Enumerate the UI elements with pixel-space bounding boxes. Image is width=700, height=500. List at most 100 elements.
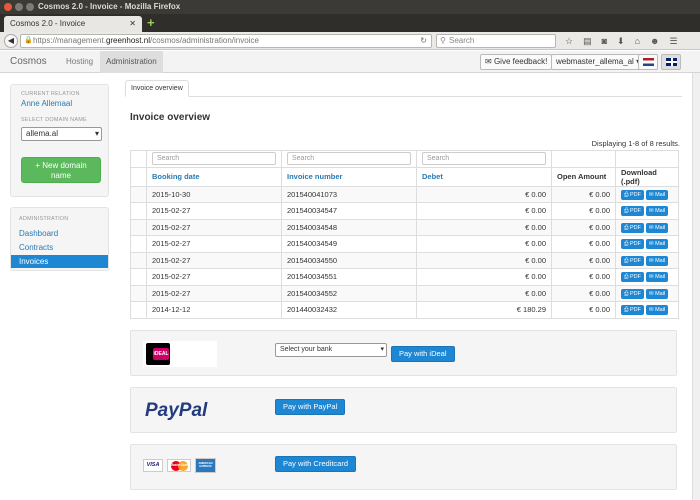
- pdf-button[interactable]: ⎙ PDF: [621, 189, 644, 200]
- new-domain-button[interactable]: + New domain name: [21, 157, 101, 183]
- pdf-button[interactable]: ⎙ PDF: [621, 305, 644, 316]
- open-amount-cell: € 0.00: [551, 202, 616, 220]
- printer-icon: ⎙: [624, 290, 629, 297]
- invoice-number-cell: 201540034548: [281, 218, 417, 236]
- back-arrow-icon[interactable]: ◀: [4, 34, 18, 48]
- browser-navbar: ◀ 🔒 https://management.greenhost.nl/cosm…: [0, 32, 700, 50]
- pay-paypal-button[interactable]: Pay with PayPal: [275, 399, 346, 415]
- reload-icon[interactable]: ↻: [420, 35, 427, 47]
- browser-tab-title: Cosmos 2.0 - Invoice: [10, 19, 86, 28]
- pdf-button[interactable]: ⎙ PDF: [621, 255, 644, 266]
- download-cell: ⎙ PDF ✉ Mail: [615, 235, 679, 253]
- mail-button[interactable]: ✉ Mail: [645, 272, 669, 283]
- open-amount-cell: € 0.00: [551, 218, 616, 236]
- mail-button[interactable]: ✉ Mail: [645, 255, 669, 266]
- mail-button[interactable]: ✉ Mail: [645, 189, 669, 200]
- debet-filter[interactable]: Search: [422, 152, 546, 166]
- pdf-button[interactable]: ⎙ PDF: [621, 222, 644, 233]
- debet-cell: € 0.00: [416, 268, 552, 286]
- header-row: Booking date Invoice number Debet Open A…: [130, 166, 679, 187]
- chevron-down-icon: ▾: [380, 346, 384, 353]
- chat-icon[interactable]: ☻: [650, 34, 659, 48]
- mail-button[interactable]: ✉ Mail: [645, 239, 669, 250]
- table-row: 2015-02-27 201540034547 € 0.00 € 0.00 ⎙ PDF ✉…: [130, 202, 679, 220]
- sidebar-item-invoices[interactable]: Invoices: [11, 255, 108, 268]
- url-prefix: https://management.: [33, 36, 106, 45]
- envelope-icon: ✉: [648, 307, 654, 314]
- booking-date-filter[interactable]: Search: [152, 152, 276, 166]
- sidebar-admin-panel: ADMINISTRATION Dashboard Contracts Invoi…: [10, 207, 109, 271]
- invoice-number-filter[interactable]: Search: [287, 152, 411, 166]
- column-header-invoice-number[interactable]: Invoice number: [281, 166, 417, 187]
- sidebar-item-dashboard[interactable]: Dashboard: [11, 227, 108, 240]
- table-row: 2015-02-27 201540034549 € 0.00 € 0.00 ⎙ PDF ✉…: [130, 235, 679, 253]
- table-row: 2015-02-27 201540034552 € 0.00 € 0.00 ⎙ PDF ✉…: [130, 284, 679, 302]
- new-domain-label-2: name: [50, 171, 71, 180]
- mail-button[interactable]: ✉ Mail: [645, 305, 669, 316]
- pdf-button-label: PDF: [629, 257, 641, 264]
- debet-cell: € 0.00: [416, 202, 552, 220]
- brand-logo[interactable]: Cosmos: [10, 56, 47, 67]
- window-controls[interactable]: [4, 3, 34, 11]
- dutch-flag-icon[interactable]: [638, 54, 658, 70]
- booking-date-cell: 2015-02-27: [146, 284, 282, 302]
- bookmark-star-icon[interactable]: ☆: [565, 34, 573, 48]
- envelope-icon: ✉: [648, 208, 654, 215]
- pdf-button-label: PDF: [629, 241, 641, 248]
- pdf-button[interactable]: ⎙ PDF: [621, 206, 644, 217]
- invoice-number-cell: 201540034550: [281, 251, 417, 269]
- pdf-button[interactable]: ⎙ PDF: [621, 272, 644, 283]
- menu-icon[interactable]: ☰: [670, 34, 678, 48]
- give-feedback-button[interactable]: ✉ Give feedback!: [480, 54, 553, 70]
- download-cell: ⎙ PDF ✉ Mail: [615, 202, 679, 220]
- page-scrollbar[interactable]: [692, 73, 700, 500]
- mail-button-label: Mail: [655, 191, 666, 198]
- maximize-window-icon[interactable]: [26, 3, 34, 11]
- pdf-button[interactable]: ⎙ PDF: [621, 288, 644, 299]
- pay-ideal-button[interactable]: Pay with iDeal: [391, 346, 455, 362]
- pdf-button-label: PDF: [629, 307, 641, 314]
- bank-select-value: Select your bank: [280, 346, 333, 353]
- pay-creditcard-button[interactable]: Pay with Creditcard: [275, 456, 357, 472]
- ideal-logo-text: iDEAL: [153, 348, 169, 360]
- lock-icon: 🔒: [24, 37, 33, 44]
- booking-date-cell: 2014-12-12: [146, 301, 282, 319]
- user-dropdown[interactable]: webmaster_allema_al ▾: [551, 54, 646, 70]
- relation-name-link[interactable]: Anne Allemaal: [21, 99, 72, 108]
- nav-administration[interactable]: Administration: [100, 51, 163, 73]
- download-cell: ⎙ PDF ✉ Mail: [615, 251, 679, 269]
- close-tab-icon[interactable]: ✕: [129, 16, 136, 32]
- bank-select[interactable]: Select your bank ▾: [275, 343, 387, 357]
- download-icon[interactable]: ⬇: [617, 34, 625, 48]
- uk-flag-icon[interactable]: [661, 54, 681, 70]
- domain-select[interactable]: allema.al ▾: [21, 127, 102, 141]
- mail-button[interactable]: ✉ Mail: [645, 222, 669, 233]
- printer-icon: ⎙: [624, 208, 629, 215]
- column-header-booking-date[interactable]: Booking date: [146, 166, 282, 187]
- pdf-button[interactable]: ⎙ PDF: [621, 239, 644, 250]
- pocket-icon[interactable]: ◙: [602, 34, 607, 48]
- browser-search-input[interactable]: ⚲ Search: [436, 34, 556, 48]
- table-row: 2015-02-27 201540034548 € 0.00 € 0.00 ⎙ PDF ✉…: [130, 218, 679, 236]
- paypal-payment-panel: PayPal Pay with PayPal: [130, 387, 677, 433]
- mail-button-label: Mail: [655, 241, 666, 248]
- booking-date-cell: 2015-02-27: [146, 268, 282, 286]
- column-header-open-amount: Open Amount: [551, 166, 616, 187]
- tab-invoice-overview[interactable]: Invoice overview: [125, 80, 189, 97]
- current-relation-label: CURRENT RELATION: [21, 91, 80, 97]
- url-bar[interactable]: 🔒 https://management.greenhost.nl/cosmos…: [20, 34, 432, 48]
- sidebar-item-contracts[interactable]: Contracts: [11, 241, 108, 254]
- envelope-icon: ✉: [648, 290, 654, 297]
- invoice-number-cell: 201540041073: [281, 185, 417, 203]
- column-header-debet[interactable]: Debet: [416, 166, 552, 187]
- nav-hosting[interactable]: Hosting: [60, 51, 99, 73]
- user-dropdown-label: webmaster_allema_al: [556, 57, 634, 66]
- minimize-window-icon[interactable]: [15, 3, 23, 11]
- mail-button[interactable]: ✉ Mail: [645, 206, 669, 217]
- mail-button[interactable]: ✉ Mail: [645, 288, 669, 299]
- new-tab-icon[interactable]: +: [147, 16, 155, 30]
- browser-tab[interactable]: Cosmos 2.0 - Invoice ✕: [4, 16, 142, 32]
- reading-list-icon[interactable]: ▤: [583, 34, 592, 48]
- home-icon[interactable]: ⌂: [635, 34, 640, 48]
- close-window-icon[interactable]: [4, 3, 12, 11]
